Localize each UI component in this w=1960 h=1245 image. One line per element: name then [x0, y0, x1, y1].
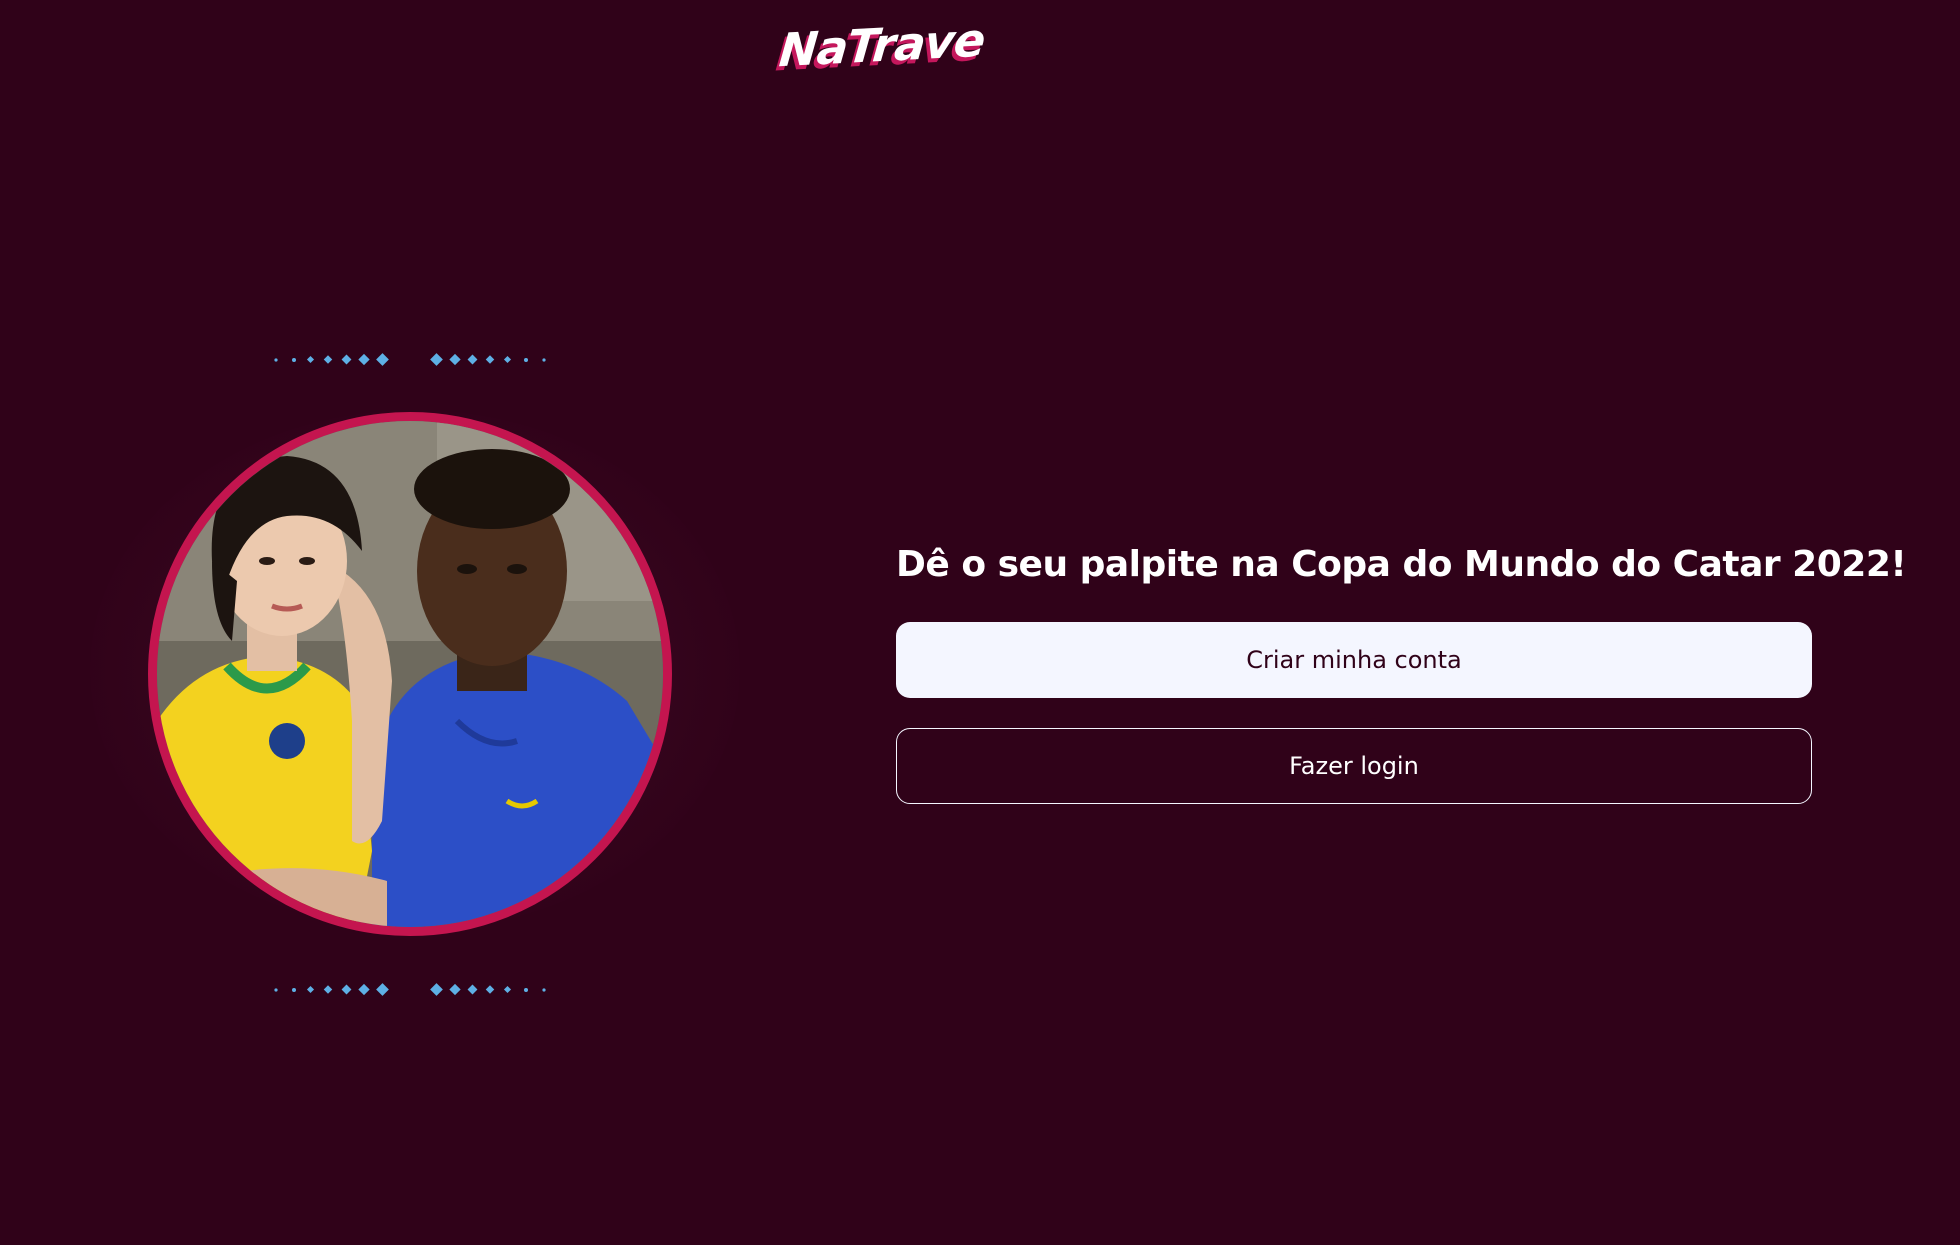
decorative-dots-top [270, 350, 550, 370]
decorative-dots-bottom [270, 980, 550, 1000]
page-headline: Dê o seu palpite na Copa do Mundo do Cat… [896, 544, 1907, 585]
natrave-logo[interactable]: NaTrave [777, 13, 987, 78]
create-account-button[interactable]: Criar minha conta [896, 622, 1812, 698]
hero-photo [148, 412, 672, 936]
call-to-action: Dê o seu palpite na Copa do Mundo do Cat… [896, 540, 1907, 820]
logo-text: NaTrave [777, 12, 987, 78]
login-button[interactable]: Fazer login [896, 728, 1812, 804]
create-account-label: Criar minha conta [1246, 646, 1462, 674]
page-header: NaTrave [0, 0, 1960, 110]
login-label: Fazer login [1289, 752, 1419, 780]
hero-image-section [90, 340, 740, 1010]
